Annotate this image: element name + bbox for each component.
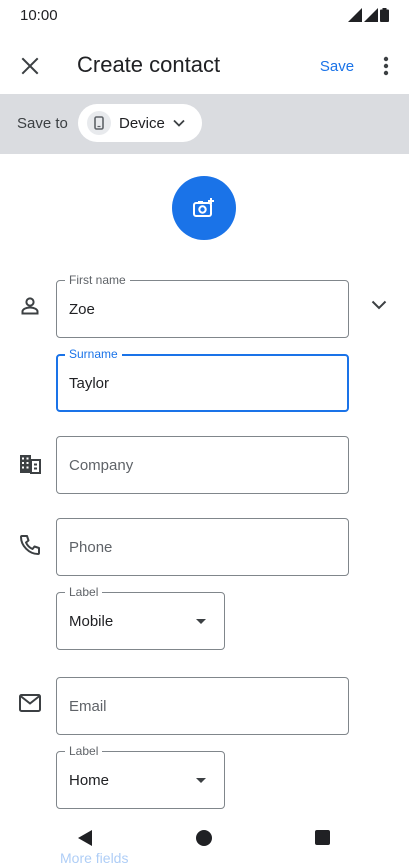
first-name-label: First name [65,273,130,287]
email-placeholder: Email [69,698,107,715]
email-label-legend: Label [65,744,103,758]
first-name-field[interactable]: First name Zoe [56,273,349,338]
home-icon[interactable] [196,830,212,846]
email-label-select[interactable]: Label Home [56,744,225,809]
phone-icon-container [18,533,42,557]
add-photo-icon [193,198,214,217]
phone-label-legend: Label [65,585,103,599]
first-name-value: Zoe [69,301,95,318]
business-icon-container [18,452,42,476]
chevron-down-icon [173,119,185,127]
add-photo-button[interactable] [172,176,236,240]
save-button[interactable]: Save [313,52,361,80]
surname-field[interactable]: Surname Taylor [56,347,349,412]
chip-icon-container [87,111,111,135]
phone-icon [20,535,40,555]
chevron-down-icon [371,300,387,310]
company-field[interactable]: Company [56,436,349,494]
more-options-button[interactable] [372,50,400,82]
recents-icon[interactable] [315,830,330,845]
dropdown-arrow-icon [196,778,206,783]
expand-name-button[interactable] [366,292,392,318]
app-bar: Create contact Save [0,36,409,92]
battery-icon [380,8,389,22]
wifi-icon [348,8,362,22]
close-icon [21,57,39,75]
email-field[interactable]: Email [56,677,349,735]
person-icon-container [18,294,42,318]
more-vert-icon [383,56,389,76]
phone-label-select[interactable]: Label Mobile [56,585,225,650]
page-title: Create contact [77,52,221,77]
phone-label-value: Mobile [69,613,114,630]
company-placeholder: Company [69,457,134,474]
mail-icon-container [18,691,42,715]
surname-value: Taylor [69,375,110,392]
status-time: 10:00 [20,7,58,24]
email-label-value: Home [69,772,110,789]
status-bar: 10:00 [0,0,409,32]
business-icon [20,455,41,474]
phone-field[interactable]: Phone [56,518,349,576]
save-to-label: Save to [17,115,68,132]
surname-label: Surname [65,347,122,361]
phone-placeholder: Phone [69,539,113,556]
account-label: Device [119,114,165,132]
system-nav-bar [0,818,409,864]
close-button[interactable] [14,50,46,82]
back-icon[interactable] [78,830,92,846]
save-to-bar: Save to Device [0,94,409,154]
dropdown-arrow-icon [196,619,206,624]
smartphone-icon [94,116,104,130]
person-icon [21,297,39,315]
signal-icon [364,8,378,22]
account-selector[interactable]: Device [78,104,202,142]
chip-chevron [173,119,185,127]
status-icons [348,8,389,22]
mail-icon [19,694,41,712]
